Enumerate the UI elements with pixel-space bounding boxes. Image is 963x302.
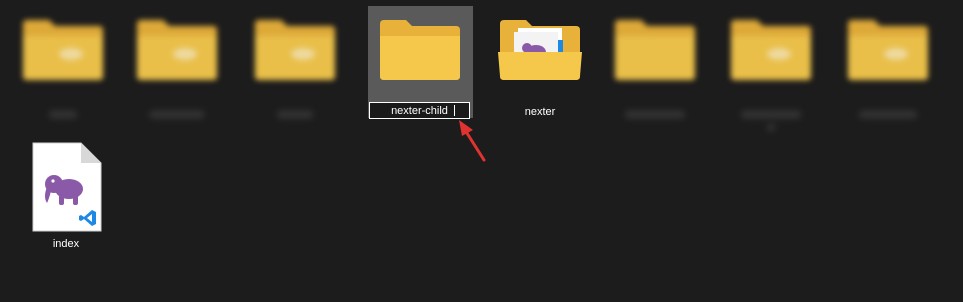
file-item-index[interactable]: index	[16, 138, 116, 258]
folder-icon	[255, 20, 335, 80]
folder-icon	[731, 20, 811, 80]
blurred-label	[859, 111, 917, 118]
folder-item-nexter[interactable]: nexter	[490, 6, 590, 126]
folder-item-blurred-4[interactable]	[605, 6, 705, 126]
text-caret	[454, 105, 455, 116]
blurred-label	[767, 124, 775, 131]
folder-label: nexter	[524, 106, 556, 118]
folder-open-icon	[498, 20, 582, 80]
vscode-icon	[78, 208, 98, 228]
file-label: index	[52, 238, 80, 250]
folder-icon	[137, 20, 217, 80]
blurred-label	[49, 111, 77, 118]
folder-item-blurred-1[interactable]	[13, 6, 113, 126]
folder-item-blurred-6[interactable]	[838, 6, 938, 126]
blurred-label	[277, 111, 313, 118]
folder-item-blurred-5[interactable]	[721, 6, 821, 131]
annotation-arrow-icon	[459, 120, 486, 162]
folder-icon	[23, 20, 103, 80]
folder-icon	[615, 20, 695, 80]
folder-icon	[380, 20, 460, 80]
folder-item-blurred-2[interactable]	[127, 6, 227, 126]
blurred-label	[741, 111, 801, 118]
blurred-label	[149, 111, 205, 118]
folder-icon	[848, 20, 928, 80]
folder-item-blurred-3[interactable]	[245, 6, 345, 126]
blurred-label	[625, 111, 685, 118]
